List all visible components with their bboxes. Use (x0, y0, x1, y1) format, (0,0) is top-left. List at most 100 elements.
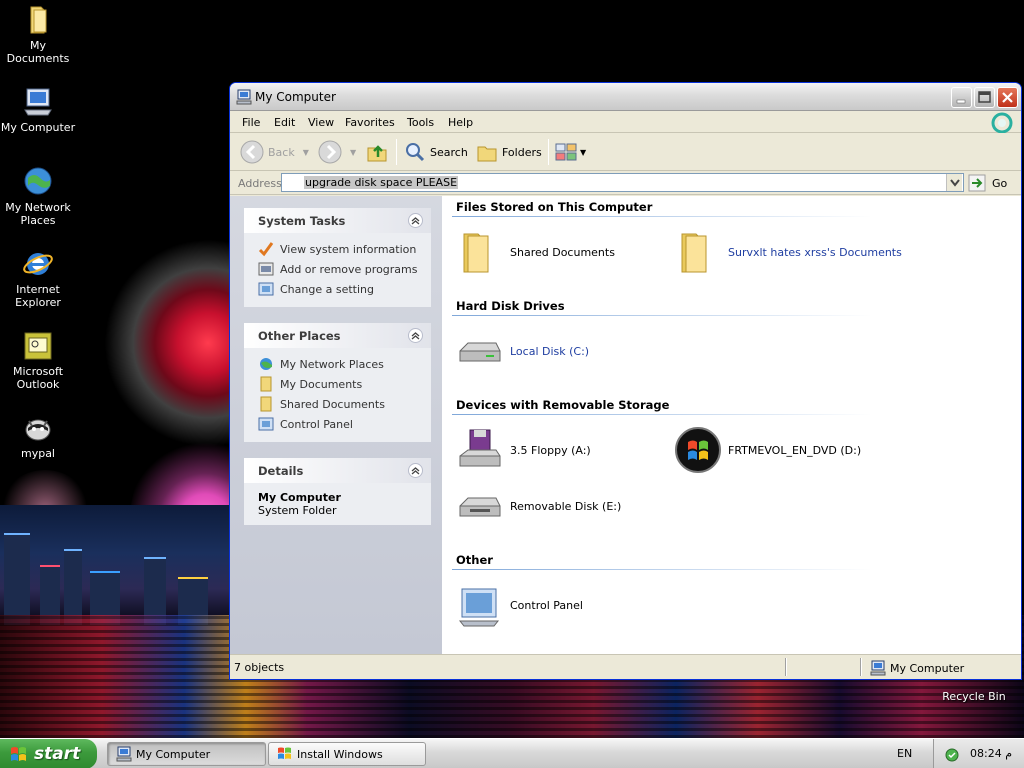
menu-edit[interactable]: Edit (274, 116, 295, 129)
status-divider (860, 658, 862, 676)
collapse-chevron-icon[interactable] (408, 213, 423, 228)
menu-bar: File Edit View Favorites Tools Help (230, 111, 1021, 134)
panel-title: Details (258, 464, 304, 478)
mypal-icon (22, 412, 54, 444)
item-label: FRTMEVOL_EN_DVD (D:) (728, 443, 862, 457)
place-label: My Documents (280, 377, 363, 391)
section-other: Other (456, 553, 493, 567)
address-dropdown-button[interactable] (946, 174, 962, 191)
chevron-down-icon[interactable]: ▼ (350, 148, 356, 157)
checkmark-icon (258, 242, 274, 257)
address-input[interactable]: upgrade disk space PLEASE (281, 173, 964, 192)
item-user-documents[interactable]: Survxlt hates xrss's Documents (674, 228, 902, 276)
item-label: Removable Disk (E:) (510, 499, 622, 513)
system-tray: 08:24 م (933, 739, 1024, 768)
status-divider (785, 658, 787, 676)
details-panel: Details My Computer System Folder (244, 458, 431, 525)
folders-icon (477, 146, 497, 162)
menu-view[interactable]: View (308, 116, 334, 129)
taskbar-item-my-computer[interactable]: My Computer (107, 742, 266, 766)
place-my-documents[interactable]: My Documents (244, 374, 431, 394)
section-files-stored: Files Stored on This Computer (456, 200, 653, 214)
desktop-icon-my-network-places[interactable]: My Network Places (0, 166, 78, 227)
panel-title: System Tasks (258, 214, 346, 228)
desktop-icon-label: My Documents (6, 39, 70, 65)
go-label: Go (992, 176, 1008, 190)
section-divider (452, 315, 872, 316)
ie-icon (22, 248, 54, 280)
clock[interactable]: 08:24 م (970, 747, 1012, 760)
panel-header[interactable]: System Tasks (244, 208, 431, 233)
place-label: My Network Places (280, 357, 384, 371)
menu-favorites[interactable]: Favorites (345, 116, 395, 129)
desktop-icon-recycle-bin[interactable]: Recycle Bin (934, 676, 1014, 703)
item-floppy-a[interactable]: 3.5 Floppy (A:) (456, 426, 591, 474)
collapse-chevron-icon[interactable] (408, 463, 423, 478)
system-tasks-panel: System Tasks View system information Add… (244, 208, 431, 307)
back-button[interactable]: Back ▼ (240, 139, 309, 165)
place-shared-documents[interactable]: Shared Documents (244, 394, 431, 414)
task-view-system-information[interactable]: View system information (244, 239, 431, 259)
item-removable-disk-e[interactable]: Removable Disk (E:) (456, 482, 621, 530)
language-indicator[interactable]: EN (897, 747, 912, 760)
address-bar: Address upgrade disk space PLEASE Go (230, 171, 1021, 195)
status-location-label: My Computer (890, 661, 965, 675)
collapse-chevron-icon[interactable] (408, 328, 423, 343)
toolbar: Back ▼ ▼ Search Folders ▼ (230, 133, 1021, 171)
desktop-icon-microsoft-outlook[interactable]: Microsoft Outlook (0, 330, 78, 391)
item-dvd-d[interactable]: FRTMEVOL_EN_DVD (D:) (674, 426, 861, 474)
desktop-icon-mypal[interactable]: mypal (0, 412, 78, 460)
desktop-icon-internet-explorer[interactable]: Internet Explorer (0, 248, 78, 309)
control-panel-icon (258, 417, 274, 431)
forward-arrow-icon (318, 140, 342, 164)
item-local-disk-c[interactable]: Local Disk (C:) (456, 327, 589, 375)
item-control-panel[interactable]: Control Panel (456, 581, 583, 629)
menu-file[interactable]: File (242, 116, 260, 129)
computer-icon (236, 89, 252, 105)
forward-button[interactable]: ▼ (318, 139, 356, 165)
place-my-network-places[interactable]: My Network Places (244, 354, 431, 374)
task-label: Install Windows (297, 747, 383, 761)
maximize-button[interactable] (974, 87, 995, 108)
hard-disk-icon (456, 327, 504, 375)
chevron-down-icon[interactable]: ▼ (303, 148, 309, 157)
computer-icon (116, 746, 132, 762)
start-button[interactable]: start (0, 739, 97, 768)
other-places-panel: Other Places My Network Places My Docume… (244, 323, 431, 442)
search-button[interactable]: Search (404, 139, 468, 165)
desktop-icon-my-documents[interactable]: My Documents (0, 4, 78, 65)
chevron-down-icon[interactable]: ▼ (580, 148, 586, 157)
network-icon (22, 166, 54, 198)
details-type: System Folder (258, 504, 337, 517)
views-button[interactable]: ▼ (554, 139, 586, 165)
task-change-setting[interactable]: Change a setting (244, 279, 431, 299)
desktop-icon-label: Microsoft Outlook (12, 365, 64, 391)
menu-tools[interactable]: Tools (407, 116, 434, 129)
go-button[interactable]: Go (968, 174, 1007, 192)
desktop-icon-label: Internet Explorer (15, 283, 61, 309)
title-bar[interactable]: My Computer (230, 83, 1021, 111)
place-label: Control Panel (280, 417, 353, 431)
menu-help[interactable]: Help (448, 116, 473, 129)
task-label: Change a setting (280, 282, 374, 296)
maximize-icon (978, 91, 991, 103)
place-control-panel[interactable]: Control Panel (244, 414, 431, 434)
item-shared-documents[interactable]: Shared Documents (456, 228, 615, 276)
control-panel-icon (258, 282, 274, 296)
minimize-button[interactable] (951, 87, 972, 108)
item-label: Control Panel (510, 598, 583, 612)
close-button[interactable] (997, 87, 1018, 108)
up-folder-button[interactable] (365, 139, 389, 165)
taskbar-item-install-windows[interactable]: Install Windows (268, 742, 426, 766)
search-icon (406, 143, 425, 162)
panel-header[interactable]: Details (244, 458, 431, 483)
panel-header[interactable]: Other Places (244, 323, 431, 348)
search-label: Search (430, 145, 468, 159)
folders-label: Folders (502, 145, 542, 159)
outlook-icon (22, 330, 54, 362)
desktop-icon-my-computer[interactable]: My Computer (0, 86, 78, 134)
task-add-remove-programs[interactable]: Add or remove programs (244, 259, 431, 279)
network-tray-icon[interactable] (944, 746, 962, 762)
task-pane: System Tasks View system information Add… (230, 196, 442, 654)
folders-button[interactable]: Folders (476, 139, 542, 165)
